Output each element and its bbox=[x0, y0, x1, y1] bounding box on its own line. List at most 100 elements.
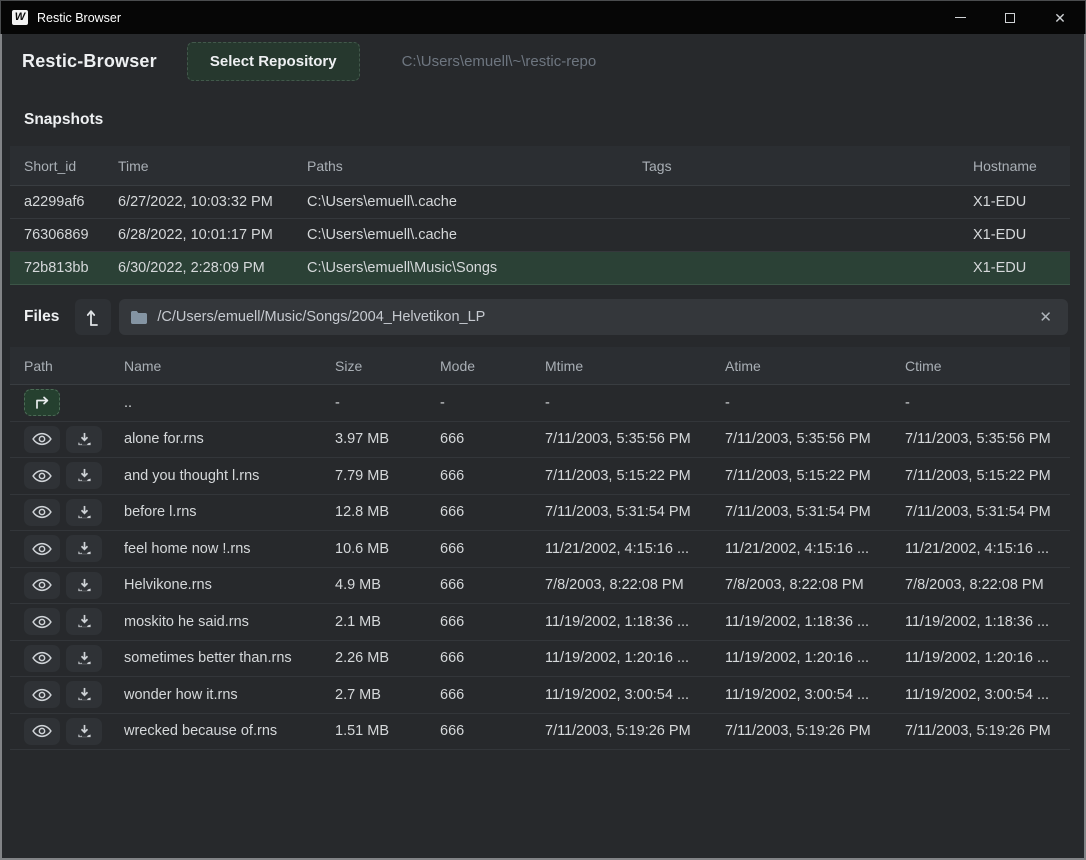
file-actions bbox=[24, 389, 124, 416]
file-size: - bbox=[335, 395, 440, 411]
file-actions bbox=[24, 572, 124, 599]
files-col-mode: Mode bbox=[440, 358, 545, 374]
download-icon bbox=[77, 614, 92, 629]
file-atime: 11/19/2002, 1:18:36 ... bbox=[725, 614, 905, 630]
file-actions bbox=[24, 718, 124, 745]
download-icon bbox=[77, 541, 92, 556]
files-table-header: PathNameSizeModeMtimeAtimeCtime bbox=[10, 347, 1070, 385]
snapshot-short_id: a2299af6 bbox=[24, 194, 118, 210]
eye-icon bbox=[32, 432, 52, 446]
preview-file-button[interactable] bbox=[24, 718, 60, 745]
file-row: before l.rns12.8 MB6667/11/2003, 5:31:54… bbox=[10, 495, 1070, 532]
close-icon: ✕ bbox=[1054, 11, 1066, 25]
files-col-size: Size bbox=[335, 358, 440, 374]
maximize-icon bbox=[1005, 13, 1015, 23]
file-row: moskito he said.rns2.1 MB66611/19/2002, … bbox=[10, 604, 1070, 641]
file-size: 2.26 MB bbox=[335, 650, 440, 666]
minimize-button[interactable] bbox=[935, 1, 985, 34]
preview-file-button[interactable] bbox=[24, 499, 60, 526]
maximize-button[interactable] bbox=[985, 1, 1035, 34]
file-mode: - bbox=[440, 395, 545, 411]
level-up-arrow-icon bbox=[86, 308, 101, 327]
snapshot-paths: C:\Users\emuell\Music\Songs bbox=[307, 260, 642, 276]
download-icon bbox=[77, 468, 92, 483]
download-icon bbox=[77, 432, 92, 447]
eye-icon bbox=[32, 578, 52, 592]
file-actions bbox=[24, 535, 124, 562]
file-row: and you thought l.rns7.79 MB6667/11/2003… bbox=[10, 458, 1070, 495]
download-icon bbox=[77, 687, 92, 702]
file-ctime: 11/19/2002, 1:20:16 ... bbox=[905, 650, 1070, 666]
download-file-button[interactable] bbox=[66, 572, 102, 599]
open-parent-directory-button[interactable] bbox=[24, 389, 60, 416]
app-header: Restic-Browser Select Repository C:\User… bbox=[2, 34, 1084, 91]
file-atime: 11/19/2002, 3:00:54 ... bbox=[725, 687, 905, 703]
main-content: Restic-Browser Select Repository C:\User… bbox=[0, 34, 1086, 860]
app-title: Restic-Browser bbox=[22, 51, 157, 72]
download-icon bbox=[77, 724, 92, 739]
files-col-ctime: Ctime bbox=[905, 358, 1070, 374]
download-file-button[interactable] bbox=[66, 462, 102, 489]
snapshot-paths: C:\Users\emuell\.cache bbox=[307, 194, 642, 210]
parent-directory-row: ..----- bbox=[10, 385, 1070, 422]
file-mtime: 11/19/2002, 1:18:36 ... bbox=[545, 614, 725, 630]
download-icon bbox=[77, 578, 92, 593]
file-actions bbox=[24, 426, 124, 453]
file-mtime: 7/11/2003, 5:15:22 PM bbox=[545, 468, 725, 484]
preview-file-button[interactable] bbox=[24, 426, 60, 453]
file-atime: 11/21/2002, 4:15:16 ... bbox=[725, 541, 905, 557]
eye-icon bbox=[32, 469, 52, 483]
file-atime: 7/11/2003, 5:35:56 PM bbox=[725, 431, 905, 447]
snapshots-col-tags: Tags bbox=[642, 158, 973, 174]
clear-path-button[interactable]: ✕ bbox=[1035, 306, 1056, 328]
file-path-value: /C/Users/emuell/Music/Songs/2004_Helveti… bbox=[157, 309, 1035, 325]
titlebar: W Restic Browser ✕ bbox=[0, 0, 1086, 34]
file-mode: 666 bbox=[440, 504, 545, 520]
preview-file-button[interactable] bbox=[24, 572, 60, 599]
snapshot-row[interactable]: a2299af66/27/2022, 10:03:32 PMC:\Users\e… bbox=[10, 186, 1070, 219]
app-window: W Restic Browser ✕ Restic-Browser Select… bbox=[0, 0, 1086, 860]
snapshot-short_id: 72b813bb bbox=[24, 260, 118, 276]
file-ctime: 11/19/2002, 1:18:36 ... bbox=[905, 614, 1070, 630]
preview-file-button[interactable] bbox=[24, 681, 60, 708]
select-repository-button[interactable]: Select Repository bbox=[187, 42, 360, 81]
eye-icon bbox=[32, 615, 52, 629]
download-file-button[interactable] bbox=[66, 608, 102, 635]
file-ctime: 7/11/2003, 5:15:22 PM bbox=[905, 468, 1070, 484]
preview-file-button[interactable] bbox=[24, 645, 60, 672]
go-up-level-button[interactable] bbox=[75, 299, 111, 335]
snapshot-paths: C:\Users\emuell\.cache bbox=[307, 227, 642, 243]
file-mtime: 11/21/2002, 4:15:16 ... bbox=[545, 541, 725, 557]
snapshot-row[interactable]: 72b813bb6/30/2022, 2:28:09 PMC:\Users\em… bbox=[10, 252, 1070, 285]
preview-file-button[interactable] bbox=[24, 535, 60, 562]
file-atime: 7/11/2003, 5:19:26 PM bbox=[725, 723, 905, 739]
download-icon bbox=[77, 505, 92, 520]
file-ctime: 11/19/2002, 3:00:54 ... bbox=[905, 687, 1070, 703]
eye-icon bbox=[32, 542, 52, 556]
close-button[interactable]: ✕ bbox=[1035, 1, 1085, 34]
file-actions bbox=[24, 499, 124, 526]
preview-file-button[interactable] bbox=[24, 462, 60, 489]
file-name: moskito he said.rns bbox=[124, 614, 335, 630]
file-name: before l.rns bbox=[124, 504, 335, 520]
snapshots-table: Short_idTimePathsTagsHostname a2299af66/… bbox=[10, 146, 1070, 285]
file-row: wrecked because of.rns1.51 MB6667/11/200… bbox=[10, 714, 1070, 751]
file-mtime: 7/8/2003, 8:22:08 PM bbox=[545, 577, 725, 593]
snapshots-col-time: Time bbox=[118, 158, 307, 174]
snapshot-row[interactable]: 763068696/28/2022, 10:01:17 PMC:\Users\e… bbox=[10, 219, 1070, 252]
download-file-button[interactable] bbox=[66, 681, 102, 708]
download-file-button[interactable] bbox=[66, 718, 102, 745]
file-atime: - bbox=[725, 395, 905, 411]
files-col-path: Path bbox=[24, 358, 124, 374]
download-file-button[interactable] bbox=[66, 535, 102, 562]
download-file-button[interactable] bbox=[66, 645, 102, 672]
preview-file-button[interactable] bbox=[24, 608, 60, 635]
file-mode: 666 bbox=[440, 431, 545, 447]
file-path-input[interactable]: /C/Users/emuell/Music/Songs/2004_Helveti… bbox=[119, 299, 1068, 335]
download-file-button[interactable] bbox=[66, 426, 102, 453]
file-actions bbox=[24, 608, 124, 635]
download-file-button[interactable] bbox=[66, 499, 102, 526]
file-mtime: - bbox=[545, 395, 725, 411]
file-mtime: 7/11/2003, 5:35:56 PM bbox=[545, 431, 725, 447]
file-size: 3.97 MB bbox=[335, 431, 440, 447]
